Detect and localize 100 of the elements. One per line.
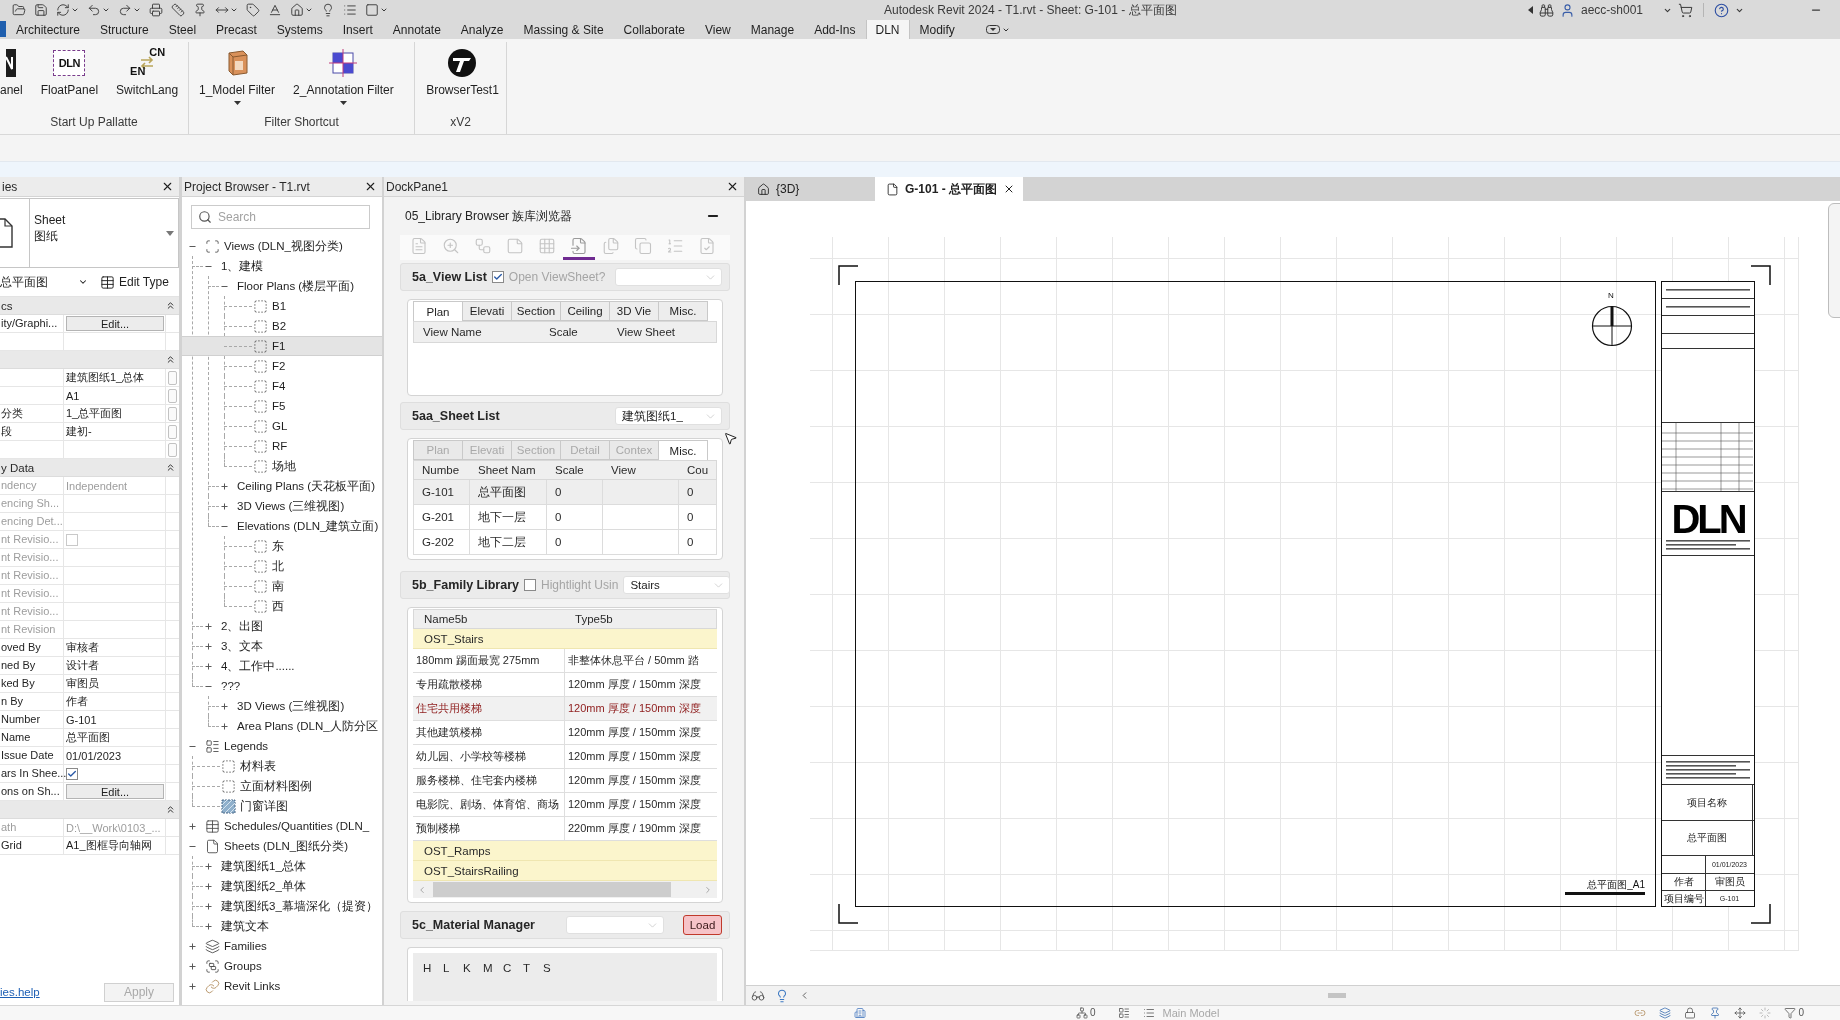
network-icon[interactable] bbox=[1076, 1007, 1088, 1019]
tree-item[interactable]: 建筑图纸3_幕墙深化（提资） bbox=[182, 896, 382, 916]
pin-icon[interactable] bbox=[193, 3, 207, 17]
tab[interactable]: Ceiling bbox=[560, 301, 610, 321]
plus-icon[interactable] bbox=[204, 921, 213, 931]
ribbon-button[interactable]: DLN FloatPanel bbox=[34, 46, 105, 106]
tab[interactable]: Misc. bbox=[658, 440, 708, 460]
lock-icon[interactable] bbox=[1684, 1007, 1697, 1019]
plus-icon[interactable] bbox=[220, 501, 229, 511]
tree-item[interactable]: F2 bbox=[182, 356, 382, 376]
scroll-thumb[interactable] bbox=[433, 882, 671, 897]
table-row[interactable]: 电影院、剧场、体育馆、商场 120mm 厚度 / 150mm 深度 bbox=[413, 793, 717, 817]
printer-icon[interactable] bbox=[149, 3, 163, 17]
tree-item[interactable]: Legends bbox=[182, 736, 382, 756]
ribbon-button[interactable]: 2_Annotation Filter bbox=[287, 46, 400, 106]
plus-icon[interactable] bbox=[204, 641, 213, 651]
edit-type-button[interactable]: Edit Type bbox=[98, 274, 171, 290]
tree-item[interactable]: 立面材料图例 bbox=[182, 776, 382, 796]
pin-icon[interactable] bbox=[1709, 1007, 1722, 1019]
caret-icon[interactable] bbox=[380, 6, 388, 14]
list-icon[interactable] bbox=[343, 3, 357, 17]
plus-icon[interactable] bbox=[204, 861, 213, 871]
caret-icon[interactable] bbox=[230, 6, 238, 14]
scrollbar[interactable] bbox=[413, 881, 717, 898]
caret-icon[interactable] bbox=[305, 6, 313, 14]
tree-item[interactable]: Floor Plans (楼层平面) bbox=[182, 276, 382, 296]
tree-item[interactable]: F4 bbox=[182, 376, 382, 396]
table-row[interactable]: G-101 总平面图 0 0 bbox=[413, 480, 717, 505]
tree-item[interactable]: Views (DLN_视图分类) bbox=[182, 236, 382, 256]
ribbon-tab[interactable]: Annotate bbox=[382, 20, 451, 39]
tree-item[interactable]: Revit Links bbox=[182, 976, 382, 996]
load-button[interactable]: Load bbox=[683, 915, 722, 935]
filter-icon[interactable] bbox=[1784, 1007, 1797, 1019]
ribbon-tab[interactable]: Collaborate bbox=[613, 20, 695, 39]
tab[interactable]: Misc. bbox=[658, 301, 708, 321]
edit-button[interactable]: Edit... bbox=[66, 784, 164, 799]
table-row[interactable]: 幼儿园、小学校等楼梯 120mm 厚度 / 150mm 深度 bbox=[413, 745, 717, 769]
tree-item[interactable]: 南 bbox=[182, 576, 382, 596]
tree-item[interactable]: 1、建模 bbox=[182, 256, 382, 276]
ribbon-button[interactable]: 1_Model Filter bbox=[193, 46, 282, 106]
table-row[interactable]: 其他建筑楼梯 120mm 厚度 / 150mm 深度 bbox=[413, 721, 717, 745]
ribbon-button[interactable]: BrowserTest1 bbox=[420, 46, 505, 106]
ribbon-tab[interactable]: Architecture bbox=[6, 20, 91, 39]
tree-item[interactable]: F1 bbox=[182, 336, 382, 356]
glasses-icon[interactable] bbox=[751, 988, 765, 1003]
tree-item[interactable]: RF bbox=[182, 436, 382, 456]
group-row[interactable]: OST_Stairs bbox=[413, 629, 717, 649]
undo-icon[interactable] bbox=[87, 3, 101, 17]
tree-item[interactable]: Area Plans (DLN_人防分区 bbox=[182, 716, 382, 736]
layers-icon[interactable] bbox=[1659, 1007, 1672, 1019]
tree-item[interactable]: 2、出图 bbox=[182, 616, 382, 636]
sync-icon[interactable] bbox=[56, 3, 70, 17]
tree-item[interactable]: 西 bbox=[182, 596, 382, 616]
list-layout-icon[interactable] bbox=[1117, 1007, 1130, 1019]
tree-item[interactable]: Families bbox=[182, 936, 382, 956]
document-tab[interactable]: {3D} bbox=[746, 177, 866, 201]
building-icon[interactable] bbox=[854, 1007, 866, 1019]
close-icon[interactable] bbox=[1003, 183, 1015, 195]
ribbon-tab[interactable]: Systems bbox=[266, 20, 333, 39]
plus-icon[interactable] bbox=[204, 881, 213, 891]
tab[interactable]: Elevati bbox=[462, 301, 512, 321]
bulb-icon[interactable] bbox=[775, 988, 789, 1003]
table-row[interactable]: 180mm 踢面最宽 275mm 非整体休息平台 / 50mm 踏 bbox=[413, 649, 717, 673]
collapse-icon[interactable] bbox=[165, 300, 176, 311]
table-row[interactable]: 专用疏散楼梯 120mm 厚度 / 150mm 深度 bbox=[413, 673, 717, 697]
tree-item[interactable]: Schedules/Quantities (DLN_ bbox=[182, 816, 382, 836]
close-icon[interactable] bbox=[161, 180, 174, 193]
plus-icon[interactable] bbox=[204, 621, 213, 631]
redo-icon[interactable] bbox=[118, 3, 132, 17]
tree-item[interactable]: 建筑图纸1_总体 bbox=[182, 856, 382, 876]
square-icon[interactable] bbox=[365, 3, 379, 17]
scroll-thumb[interactable] bbox=[1328, 993, 1346, 998]
ruler-icon[interactable] bbox=[171, 3, 185, 17]
list-icon[interactable] bbox=[1142, 1007, 1155, 1019]
tree-item[interactable]: 建筑文本 bbox=[182, 916, 382, 936]
tree-item[interactable]: 材料表 bbox=[182, 756, 382, 776]
checkbox[interactable] bbox=[66, 767, 78, 780]
user-icon[interactable] bbox=[1559, 2, 1575, 18]
tree-item[interactable]: Sheets (DLN_图纸分类) bbox=[182, 836, 382, 856]
tree-item[interactable]: 4、工作中...... bbox=[182, 656, 382, 676]
checkbox[interactable] bbox=[524, 579, 536, 591]
search-field[interactable]: Search bbox=[191, 205, 370, 229]
tree-item[interactable]: 东 bbox=[182, 536, 382, 556]
tree-item[interactable]: Elevations (DLN_建筑立面) bbox=[182, 516, 382, 536]
tree-item[interactable]: 3D Views (三维视图) bbox=[182, 696, 382, 716]
collapse-icon[interactable] bbox=[165, 462, 176, 473]
plus-icon[interactable] bbox=[204, 901, 213, 911]
tree-item[interactable]: B2 bbox=[182, 316, 382, 336]
tree-item[interactable]: Groups bbox=[182, 956, 382, 976]
ribbon-tab[interactable]: Modify bbox=[909, 20, 965, 39]
tree-item[interactable]: ??? bbox=[182, 676, 382, 696]
close-icon[interactable] bbox=[726, 180, 739, 193]
table-row[interactable]: G-201 地下一层 0 0 bbox=[413, 505, 717, 530]
tree-item[interactable]: 3、文本 bbox=[182, 636, 382, 656]
letter-a-icon[interactable] bbox=[268, 3, 282, 17]
ribbon-button[interactable]: anel bbox=[0, 46, 29, 106]
plus-icon[interactable] bbox=[188, 821, 197, 831]
tab[interactable]: Section bbox=[511, 301, 561, 321]
collapse-icon[interactable] bbox=[165, 354, 176, 365]
help-link[interactable]: ies.help bbox=[0, 986, 40, 998]
